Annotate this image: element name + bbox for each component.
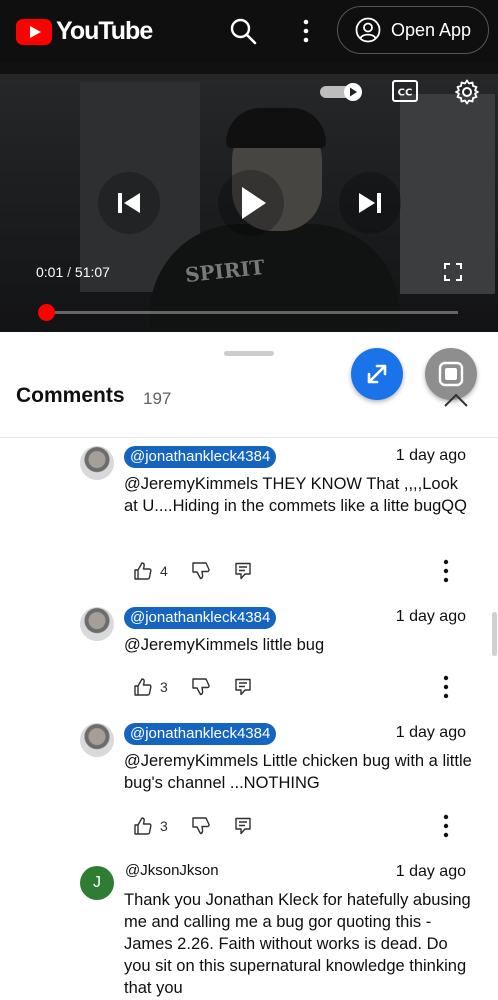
reply-icon[interactable] — [234, 817, 252, 835]
expand-button[interactable] — [351, 348, 403, 400]
comment-author[interactable]: @JksonJkson — [124, 860, 225, 882]
search-icon[interactable] — [228, 16, 258, 46]
scrubber-handle[interactable] — [38, 304, 55, 321]
open-app-label: Open App — [390, 19, 472, 40]
thumbs-up-icon[interactable] — [134, 562, 152, 580]
like-count: 3 — [160, 818, 168, 834]
comment-date: 1 day ago — [395, 724, 466, 741]
sheet-drag-handle[interactable] — [224, 351, 274, 356]
youtube-logo[interactable]: YouTube — [16, 17, 153, 46]
svg-text:CC: CC — [398, 88, 413, 99]
video-player[interactable]: SPIRIT CC 0:01 / 51:07 — [0, 62, 498, 332]
fullscreen-icon[interactable] — [444, 263, 462, 281]
reply-icon[interactable] — [234, 562, 252, 580]
thumbs-up-icon[interactable] — [134, 817, 152, 835]
next-button[interactable] — [339, 172, 401, 234]
avatar[interactable] — [80, 607, 114, 641]
top-app-bar: YouTube Open App — [0, 0, 498, 62]
comment-author[interactable]: @jonathankleck4384 — [124, 446, 277, 468]
comment-author[interactable]: @jonathankleck4384 — [124, 607, 277, 629]
thumbs-down-icon[interactable] — [192, 817, 210, 835]
brand-name: YouTube — [56, 17, 153, 45]
comment-author[interactable]: @jonathankleck4384 — [124, 723, 277, 745]
comment-item: @jonathankleck4384 1 day ago @JeremyKimm… — [0, 723, 498, 843]
thumbs-down-icon[interactable] — [192, 562, 210, 580]
previous-button[interactable] — [98, 172, 160, 234]
duration: 51:07 — [74, 264, 110, 280]
progress-bar[interactable] — [46, 311, 458, 314]
time-separator: / — [67, 264, 72, 280]
open-app-button[interactable]: Open App — [337, 6, 489, 54]
autoplay-toggle-icon[interactable] — [320, 82, 366, 102]
like-count: 3 — [160, 679, 168, 695]
next-icon — [359, 193, 381, 213]
expand-arrows-icon — [367, 364, 387, 384]
youtube-logo-icon — [16, 18, 52, 45]
comment-text: @JeremyKimmels little bug — [124, 636, 325, 654]
comment-more-icon[interactable] — [440, 559, 452, 583]
play-button[interactable] — [218, 170, 284, 236]
comment-more-icon[interactable] — [440, 814, 452, 838]
thumbs-down-icon[interactable] — [192, 678, 210, 696]
comment-item: @jonathankleck4384 1 day ago @JeremyKimm… — [0, 607, 498, 707]
time-display: 0:01 / 51:07 — [36, 264, 110, 280]
closed-captions-icon[interactable]: CC — [392, 80, 418, 102]
avatar[interactable]: J — [80, 866, 114, 900]
comment-actions: 4 — [134, 559, 252, 583]
header-divider — [0, 437, 498, 438]
comment-date: 1 day ago — [395, 863, 466, 880]
comment-text: Thank you Jonathan Kleck for hatefully a… — [124, 891, 471, 997]
current-time: 0:01 — [36, 264, 64, 280]
comment-text: @JeremyKimmels Little chicken bug with a… — [124, 752, 472, 792]
play-icon — [242, 187, 266, 219]
chevron-up-icon[interactable] — [443, 392, 469, 408]
more-vert-icon[interactable] — [296, 18, 316, 44]
like-count: 4 — [160, 563, 168, 579]
avatar[interactable] — [80, 446, 114, 480]
account-circle-icon — [355, 17, 381, 43]
comment-item: @jonathankleck4384 1 day ago @JeremyKimm… — [0, 446, 498, 596]
avatar[interactable] — [80, 723, 114, 757]
comments-count: 197 — [143, 389, 172, 408]
comments-title: Comments — [16, 384, 125, 407]
comment-actions: 3 — [134, 675, 252, 699]
comment-date: 1 day ago — [395, 447, 466, 464]
comment-text: @JeremyKimmels THEY KNOW That ,,,,Look a… — [124, 475, 467, 515]
comment-date: 1 day ago — [395, 608, 466, 625]
comment-actions: 3 — [134, 814, 252, 838]
thumbs-up-icon[interactable] — [134, 678, 152, 696]
comment-more-icon[interactable] — [440, 675, 452, 699]
previous-icon — [118, 193, 140, 213]
comment-item: J @JksonJkson 1 day ago Thank you Jonath… — [0, 862, 498, 1000]
settings-gear-icon[interactable] — [454, 79, 480, 105]
comments-panel: Comments 197 @jonathankleck4384 1 day ag… — [0, 340, 498, 1000]
reply-icon[interactable] — [234, 678, 252, 696]
